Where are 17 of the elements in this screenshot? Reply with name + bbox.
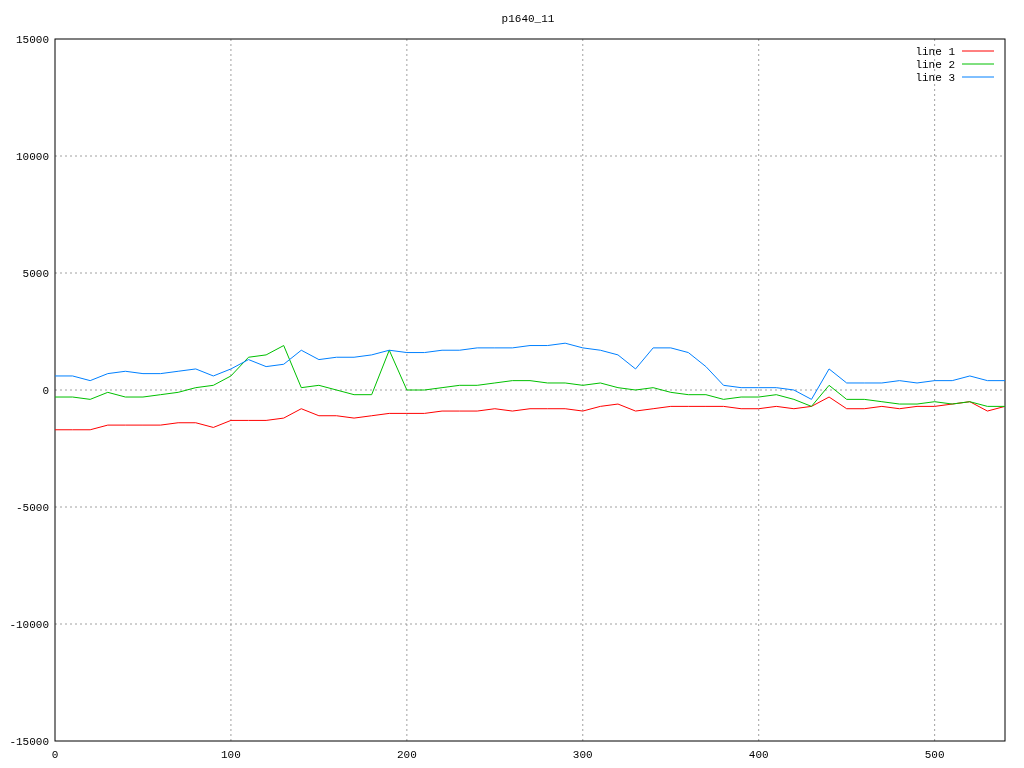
tick-label: 200	[396, 749, 417, 761]
tick-label: 10000	[16, 151, 49, 163]
tick-label: 300	[572, 749, 593, 761]
tick-label: 400	[748, 749, 769, 761]
tick-label: -15000	[9, 736, 49, 748]
tick-label: -10000	[9, 619, 49, 631]
tick-label: 100	[221, 749, 241, 761]
tick-label: 5000	[22, 268, 49, 280]
chart-title: p1640_11	[501, 13, 555, 25]
tick-label: 0	[51, 749, 59, 761]
tick-label: -5000	[16, 502, 49, 514]
legend-label: line 2	[915, 59, 955, 71]
tick-label: 15000	[16, 34, 49, 46]
legend-label: line 1	[915, 46, 955, 58]
tick-label: 0	[42, 385, 49, 397]
tick-label: 500	[924, 749, 945, 761]
legend-label: line 3	[915, 72, 955, 84]
